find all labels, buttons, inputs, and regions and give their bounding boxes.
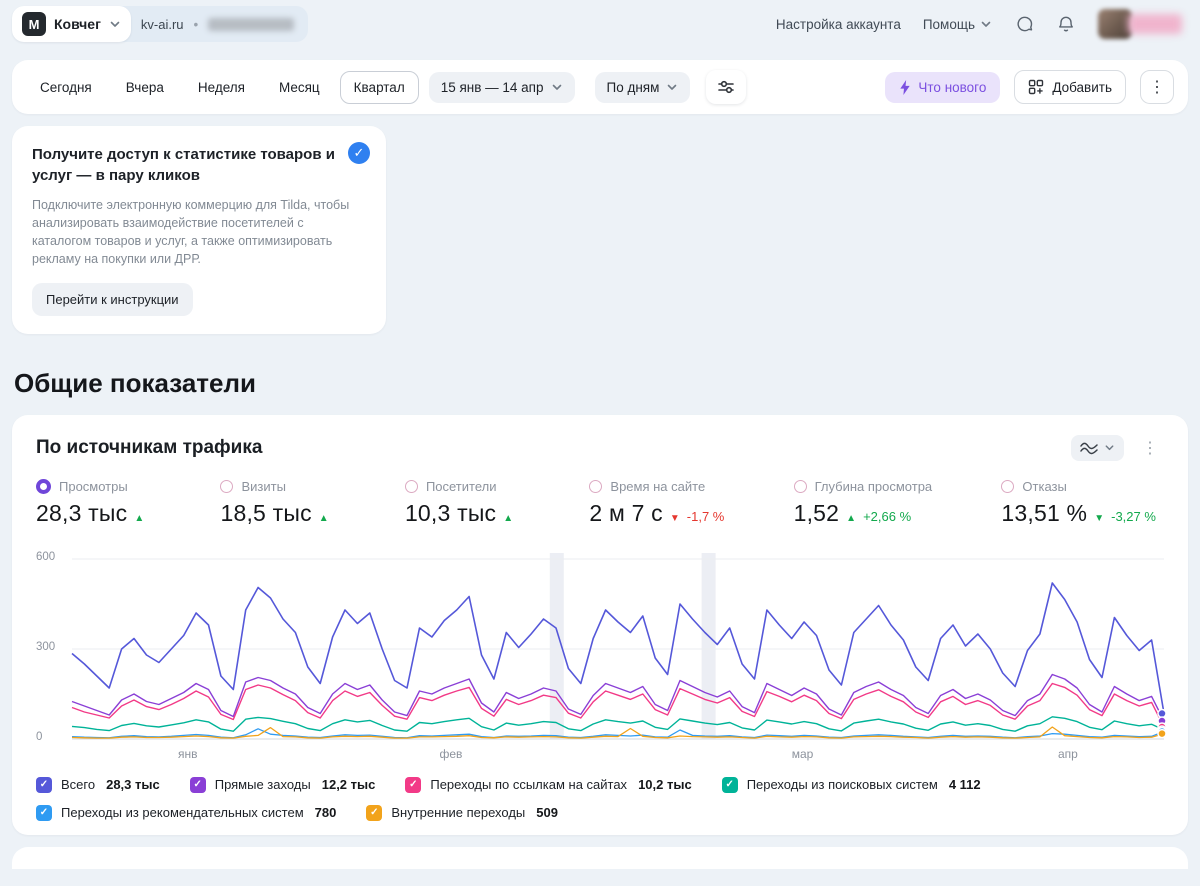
segments-filter-button[interactable] bbox=[706, 70, 747, 104]
help-menu[interactable]: Помощь bbox=[923, 17, 992, 32]
period-yesterday[interactable]: Вчера bbox=[112, 71, 178, 104]
period-week[interactable]: Неделя bbox=[184, 71, 259, 104]
line-chart-plot[interactable] bbox=[71, 552, 1167, 743]
legend-recommendation[interactable]: ✓ Переходы из рекомендательных систем 78… bbox=[36, 804, 336, 821]
verified-check-icon: ✓ bbox=[348, 142, 370, 164]
legend-search[interactable]: ✓ Переходы из поисковых систем 4 112 bbox=[721, 776, 981, 793]
radio-icon bbox=[36, 478, 51, 494]
chevron-down-icon bbox=[668, 84, 677, 90]
period-month[interactable]: Месяц bbox=[265, 71, 334, 104]
legend-internal[interactable]: ✓ Внутренние переходы 509 bbox=[366, 804, 558, 821]
radio-icon bbox=[220, 479, 234, 493]
checkbox-checked-icon: ✓ bbox=[36, 776, 52, 793]
counter-group: M Ковчег kv-ai.ru • bbox=[12, 6, 309, 42]
trend-arrow-icon: ▲ bbox=[846, 512, 857, 524]
y-axis-tick: 0 bbox=[36, 730, 43, 743]
add-widget-button[interactable]: Добавить bbox=[1014, 70, 1126, 104]
counter-selector[interactable]: M Ковчег bbox=[12, 6, 131, 42]
chart-type-select[interactable] bbox=[1071, 434, 1124, 461]
trend-arrow-icon: ▲ bbox=[134, 512, 145, 524]
legend-direct[interactable]: ✓ Прямые заходы 12,2 тыс bbox=[189, 776, 375, 793]
radio-icon bbox=[1001, 479, 1015, 493]
x-axis-tick: апр bbox=[1057, 746, 1078, 761]
chevron-down-icon bbox=[552, 84, 561, 90]
granularity-select[interactable]: По дням bbox=[594, 71, 691, 103]
period-quarter[interactable]: Квартал bbox=[339, 70, 419, 104]
promo-instructions-button[interactable]: Перейти к инструкции bbox=[32, 282, 193, 316]
trend-arrow-icon: ▼ bbox=[1094, 512, 1105, 524]
checkbox-checked-icon: ✓ bbox=[721, 776, 738, 793]
counter-logo: M bbox=[22, 12, 46, 36]
x-axis-tick: мар bbox=[791, 746, 814, 761]
traffic-chart[interactable]: 600 300 0 янв фев мар апр bbox=[36, 550, 1167, 765]
user-account[interactable] bbox=[1098, 9, 1182, 39]
x-axis: янв фев мар апр bbox=[72, 747, 1164, 765]
widget-title: По источникам трафика bbox=[36, 436, 263, 458]
checkbox-checked-icon: ✓ bbox=[36, 804, 52, 821]
username-redacted bbox=[1128, 14, 1182, 34]
metric-visits[interactable]: Визиты 18,5 тыс ▲ bbox=[220, 479, 335, 527]
radio-icon bbox=[404, 479, 418, 493]
trend-arrow-icon: ▼ bbox=[669, 512, 680, 524]
metric-pageviews[interactable]: Просмотры 28,3 тыс ▲ bbox=[36, 478, 151, 527]
chevron-down-icon bbox=[1105, 445, 1114, 451]
promo-title: Получите доступ к статистике товаров и у… bbox=[32, 146, 335, 184]
legend-site-links[interactable]: ✓ Переходы по ссылкам на сайтах 10,2 тыс bbox=[405, 776, 692, 793]
checkbox-checked-icon: ✓ bbox=[189, 776, 206, 793]
whats-new-button[interactable]: Что нового bbox=[885, 71, 1001, 103]
chevron-down-icon bbox=[981, 21, 991, 27]
date-range-picker[interactable]: 15 янв — 14 апр bbox=[428, 71, 575, 103]
x-axis-tick: янв bbox=[178, 746, 198, 761]
traffic-sources-widget: По источникам трафика ⋮ Просмотры 28,3 т… bbox=[12, 414, 1188, 835]
radio-icon bbox=[793, 479, 807, 493]
next-widget-top-edge bbox=[12, 846, 1188, 869]
avatar bbox=[1098, 9, 1132, 39]
line-chart-icon bbox=[1080, 442, 1098, 454]
separator-dot: • bbox=[193, 16, 199, 32]
metric-bounce-rate[interactable]: Отказы 13,51 % ▼ -3,27 % bbox=[1001, 479, 1156, 527]
page-title: Общие показатели bbox=[14, 367, 256, 398]
site-link[interactable]: kv-ai.ru bbox=[141, 17, 184, 32]
add-grid-icon bbox=[1029, 79, 1044, 95]
promo-description: Подключите электронную коммерцию для Til… bbox=[32, 198, 350, 267]
trend-arrow-icon: ▲ bbox=[318, 512, 329, 524]
metric-time-on-site[interactable]: Время на сайте 2 м 7 с ▼ -1,7 % bbox=[589, 479, 724, 527]
lightning-icon bbox=[900, 79, 911, 95]
x-axis-tick: фев bbox=[439, 746, 463, 761]
metric-depth[interactable]: Глубина просмотра 1,52 ▲ +2,66 % bbox=[793, 479, 932, 527]
toolbar-more-menu[interactable]: ⋮ bbox=[1140, 70, 1174, 104]
y-axis-tick: 600 bbox=[36, 550, 56, 563]
topbar: M Ковчег kv-ai.ru • Настройка аккаунта П… bbox=[0, 0, 1200, 48]
ecommerce-promo-card: Получите доступ к статистике товаров и у… bbox=[12, 126, 386, 334]
counter-id-redacted bbox=[208, 17, 295, 31]
metric-users[interactable]: Посетители 10,3 тыс ▲ bbox=[404, 479, 520, 527]
period-toolbar: Сегодня Вчера Неделя Месяц Квартал 15 ян… bbox=[12, 60, 1188, 114]
period-today[interactable]: Сегодня bbox=[26, 71, 106, 104]
account-settings-link[interactable]: Настройка аккаунта bbox=[776, 17, 901, 32]
chevron-down-icon bbox=[110, 21, 120, 27]
notifications-bell-icon[interactable] bbox=[1056, 14, 1076, 34]
trend-arrow-icon: ▲ bbox=[503, 512, 514, 524]
counter-name: Ковчег bbox=[54, 16, 101, 32]
sliders-icon bbox=[718, 80, 735, 94]
chart-legend: ✓ Всего 28,3 тыс ✓ Прямые заходы 12,2 ты… bbox=[36, 776, 1164, 821]
widget-more-menu[interactable]: ⋮ bbox=[1136, 436, 1164, 460]
checkbox-checked-icon: ✓ bbox=[405, 776, 422, 793]
topbar-right: Настройка аккаунта Помощь bbox=[776, 9, 1182, 39]
legend-total[interactable]: ✓ Всего 28,3 тыс bbox=[36, 776, 160, 793]
metric-selector-row: Просмотры 28,3 тыс ▲ Визиты 18,5 тыс ▲ Пос… bbox=[36, 478, 1164, 527]
y-axis-tick: 300 bbox=[36, 640, 56, 653]
radio-icon bbox=[589, 479, 603, 493]
chat-icon[interactable] bbox=[1014, 14, 1034, 34]
checkbox-checked-icon: ✓ bbox=[366, 804, 383, 821]
